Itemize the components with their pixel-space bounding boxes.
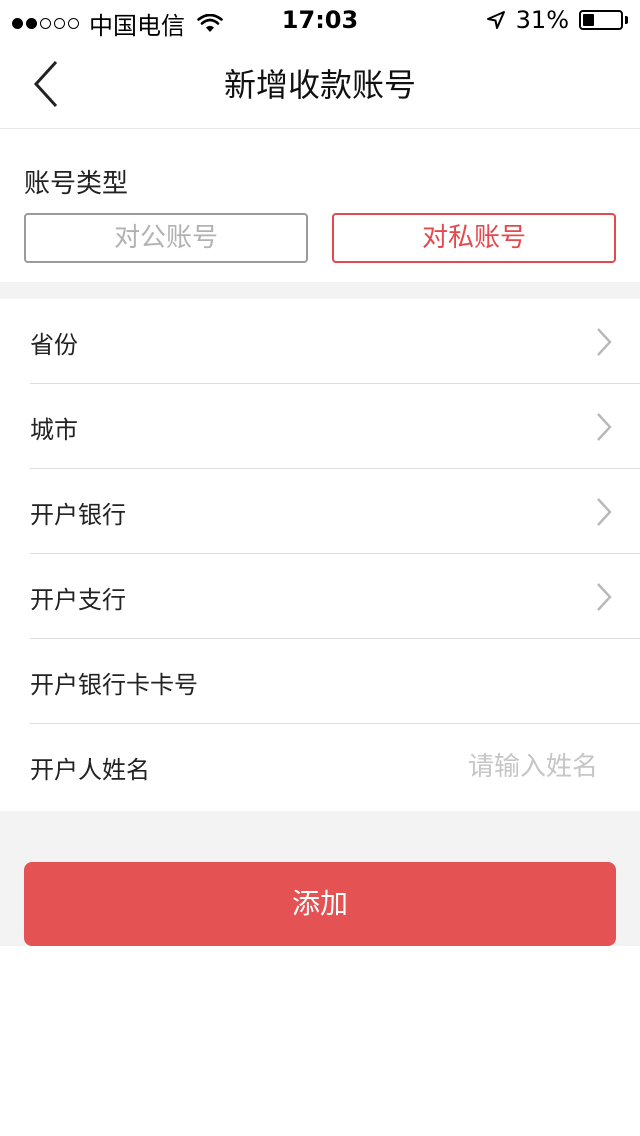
battery-level bbox=[583, 14, 594, 26]
holder-name-label: 开户人姓名 bbox=[30, 756, 150, 784]
status-right: 31% bbox=[486, 6, 628, 34]
chevron-right-icon bbox=[597, 328, 612, 356]
navigation-bar: 新增收款账号 bbox=[0, 40, 640, 129]
action-area: 添加 bbox=[0, 811, 640, 946]
account-type-section: 账号类型 对公账号 对私账号 bbox=[0, 129, 640, 282]
holder-name-input[interactable] bbox=[336, 740, 600, 794]
chevron-left-icon bbox=[33, 60, 58, 108]
bank-label: 开户银行 bbox=[30, 501, 126, 529]
account-type-label: 账号类型 bbox=[24, 169, 129, 199]
location-arrow-icon bbox=[486, 11, 505, 29]
branch-label: 开户支行 bbox=[30, 586, 126, 614]
city-row[interactable]: 城市 bbox=[0, 384, 640, 469]
province-row[interactable]: 省份 bbox=[0, 299, 640, 384]
account-form: 省份 城市 开户银行 开户支行 开户银行卡卡号 开户人姓名 bbox=[0, 299, 640, 811]
bank-row[interactable]: 开户银行 bbox=[0, 469, 640, 554]
status-bar: 中国电信 17:03 31% bbox=[0, 0, 640, 40]
chevron-right-icon bbox=[597, 583, 612, 611]
page-title: 新增收款账号 bbox=[223, 66, 416, 104]
section-divider bbox=[0, 282, 640, 299]
holder-name-row: 开户人姓名 bbox=[0, 724, 640, 809]
private-account-button[interactable]: 对私账号 bbox=[332, 213, 616, 263]
chevron-right-icon bbox=[597, 413, 612, 441]
card-number-label: 开户银行卡卡号 bbox=[30, 671, 198, 699]
battery-percent: 31% bbox=[515, 6, 569, 34]
back-button[interactable] bbox=[22, 56, 78, 112]
battery-tip bbox=[625, 16, 628, 24]
battery-icon bbox=[579, 10, 623, 30]
card-number-input[interactable] bbox=[336, 655, 600, 709]
card-number-row: 开户银行卡卡号 bbox=[0, 639, 640, 724]
chevron-right-icon bbox=[597, 498, 612, 526]
public-account-button[interactable]: 对公账号 bbox=[24, 213, 308, 263]
city-label: 城市 bbox=[30, 416, 78, 444]
add-button[interactable]: 添加 bbox=[24, 862, 616, 946]
province-label: 省份 bbox=[30, 331, 78, 359]
branch-row[interactable]: 开户支行 bbox=[0, 554, 640, 639]
